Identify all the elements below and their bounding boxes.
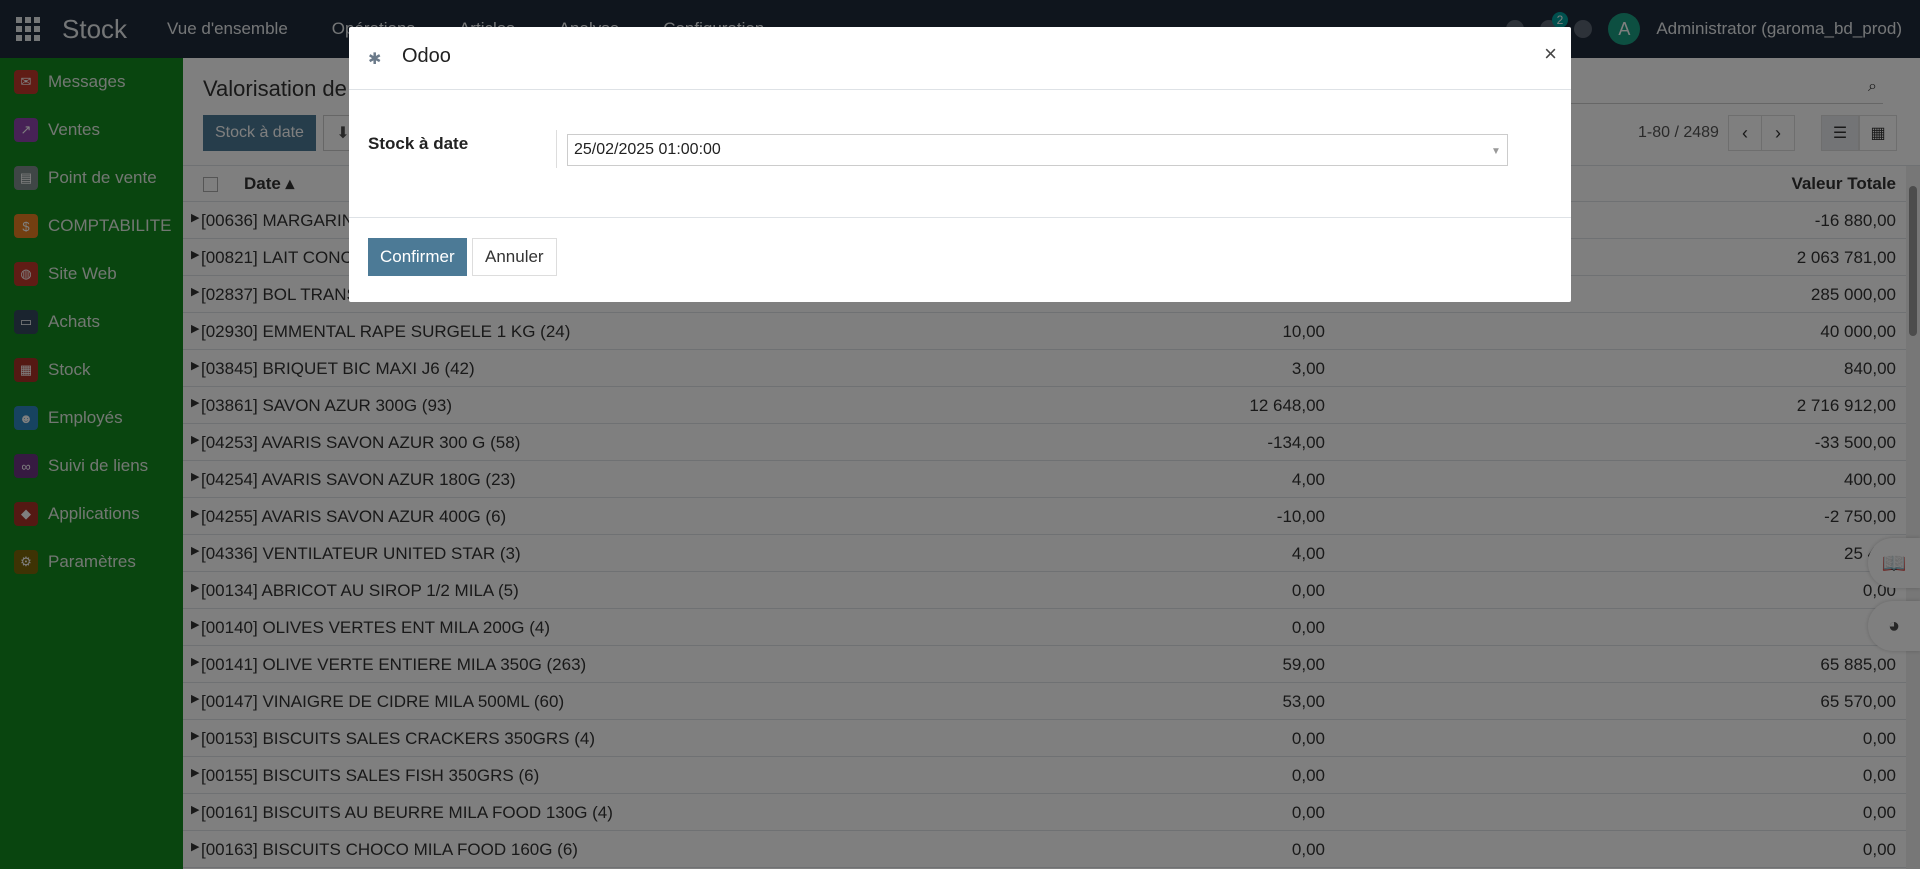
field-separator xyxy=(556,130,557,168)
stock-date-field[interactable] xyxy=(567,134,1508,166)
dialog: ✱ Odoo × Stock à date ▼ Confirmer Annule… xyxy=(349,27,1571,302)
dialog-footer: Confirmer Annuler xyxy=(349,218,1571,302)
dialog-title: Odoo xyxy=(402,45,451,67)
cancel-button[interactable]: Annuler xyxy=(472,238,557,276)
chevron-down-icon[interactable]: ▼ xyxy=(1491,146,1501,157)
dialog-header: ✱ Odoo × xyxy=(349,27,1571,90)
close-icon[interactable]: × xyxy=(1544,41,1557,67)
stock-date-label: Stock à date xyxy=(368,134,469,153)
confirm-button[interactable]: Confirmer xyxy=(368,238,467,276)
dialog-body: Stock à date ▼ xyxy=(349,90,1571,218)
bug-icon: ✱ xyxy=(368,51,382,68)
